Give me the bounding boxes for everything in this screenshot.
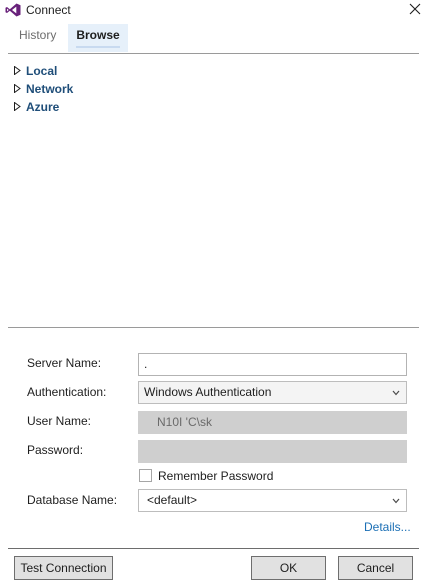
- ok-button[interactable]: OK: [251, 556, 326, 580]
- tree-item-label: Network: [26, 82, 74, 96]
- remember-password-checkbox[interactable]: [139, 469, 152, 482]
- window-title: Connect: [26, 3, 71, 17]
- cancel-button[interactable]: Cancel: [338, 556, 413, 580]
- authentication-label: Authentication:: [27, 385, 107, 399]
- database-name-select[interactable]: <default>: [138, 489, 407, 512]
- divider: [8, 548, 419, 549]
- chevron-down-icon: [392, 390, 400, 396]
- authentication-value: Windows Authentication: [144, 385, 272, 399]
- server-name-value: .: [144, 357, 148, 371]
- server-name-label: Server Name:: [27, 356, 102, 370]
- remember-password-label: Remember Password: [158, 469, 274, 483]
- tree-item-label: Local: [26, 64, 58, 78]
- database-name-value: <default>: [147, 493, 198, 507]
- visual-studio-icon: [5, 3, 21, 17]
- title-bar: Connect: [0, 0, 426, 20]
- chevron-down-icon: [392, 498, 400, 504]
- server-name-input[interactable]: .: [138, 353, 407, 376]
- close-icon[interactable]: [409, 3, 421, 15]
- expand-arrow-icon[interactable]: [14, 102, 21, 111]
- password-input: [138, 440, 407, 463]
- divider: [8, 53, 419, 54]
- tree-item-label: Azure: [26, 100, 60, 114]
- password-label: Password:: [27, 443, 84, 457]
- user-name-input: N10I 'C\sk: [138, 411, 407, 434]
- database-name-label: Database Name:: [27, 493, 118, 507]
- tab-browse[interactable]: Browse: [68, 24, 128, 52]
- user-name-label: User Name:: [27, 414, 92, 428]
- tab-browse-label: Browse: [76, 28, 120, 42]
- user-name-value: N10I 'C\sk: [157, 415, 212, 429]
- expand-arrow-icon[interactable]: [14, 84, 21, 93]
- tab-selected-indicator: [76, 46, 120, 48]
- test-connection-button[interactable]: Test Connection: [14, 556, 113, 580]
- divider: [8, 327, 419, 328]
- authentication-select[interactable]: Windows Authentication: [138, 381, 407, 404]
- expand-arrow-icon[interactable]: [14, 66, 21, 75]
- details-link[interactable]: Details...: [364, 520, 411, 534]
- tab-history[interactable]: History: [12, 24, 68, 52]
